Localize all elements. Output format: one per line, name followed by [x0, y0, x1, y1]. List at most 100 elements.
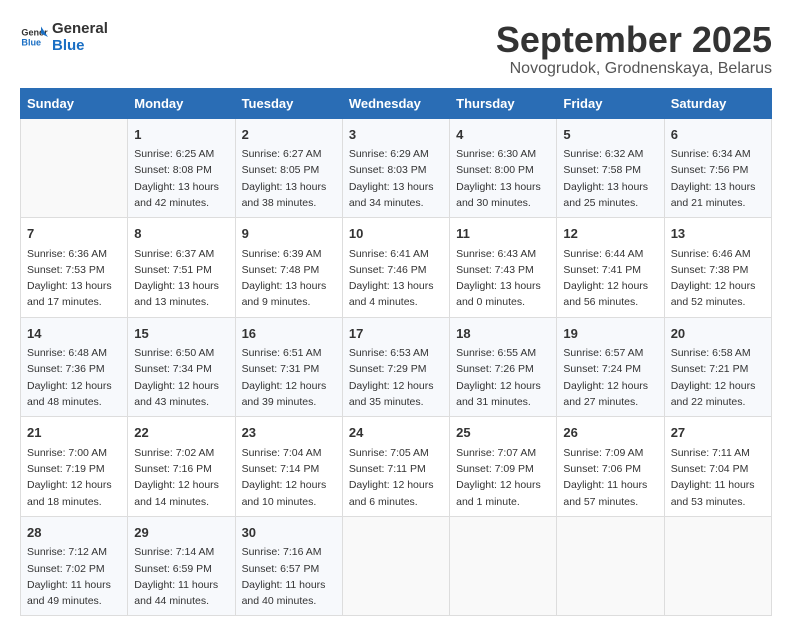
day-info: Sunrise: 6:32 AMSunset: 7:58 PMDaylight:… [563, 146, 657, 211]
day-number: 18 [456, 324, 550, 344]
day-number: 29 [134, 523, 228, 543]
header-saturday: Saturday [664, 88, 771, 118]
calendar-cell [342, 516, 449, 616]
day-number: 20 [671, 324, 765, 344]
day-number: 11 [456, 224, 550, 244]
day-number: 6 [671, 125, 765, 145]
day-number: 24 [349, 423, 443, 443]
calendar-cell: 25Sunrise: 7:07 AMSunset: 7:09 PMDayligh… [450, 417, 557, 517]
header-friday: Friday [557, 88, 664, 118]
calendar-cell [450, 516, 557, 616]
day-info: Sunrise: 7:02 AMSunset: 7:16 PMDaylight:… [134, 445, 228, 510]
calendar-week-5: 28Sunrise: 7:12 AMSunset: 7:02 PMDayligh… [21, 516, 772, 616]
day-info: Sunrise: 6:36 AMSunset: 7:53 PMDaylight:… [27, 246, 121, 311]
calendar-cell: 1Sunrise: 6:25 AMSunset: 8:08 PMDaylight… [128, 118, 235, 218]
header-tuesday: Tuesday [235, 88, 342, 118]
calendar-cell: 6Sunrise: 6:34 AMSunset: 7:56 PMDaylight… [664, 118, 771, 218]
day-number: 22 [134, 423, 228, 443]
day-number: 30 [242, 523, 336, 543]
day-info: Sunrise: 6:48 AMSunset: 7:36 PMDaylight:… [27, 345, 121, 410]
day-number: 1 [134, 125, 228, 145]
calendar-week-1: 1Sunrise: 6:25 AMSunset: 8:08 PMDaylight… [21, 118, 772, 218]
day-number: 19 [563, 324, 657, 344]
header-sunday: Sunday [21, 88, 128, 118]
calendar-cell [557, 516, 664, 616]
calendar-cell: 8Sunrise: 6:37 AMSunset: 7:51 PMDaylight… [128, 218, 235, 318]
calendar-cell: 20Sunrise: 6:58 AMSunset: 7:21 PMDayligh… [664, 317, 771, 417]
day-info: Sunrise: 6:51 AMSunset: 7:31 PMDaylight:… [242, 345, 336, 410]
day-number: 5 [563, 125, 657, 145]
day-info: Sunrise: 6:50 AMSunset: 7:34 PMDaylight:… [134, 345, 228, 410]
calendar-cell: 7Sunrise: 6:36 AMSunset: 7:53 PMDaylight… [21, 218, 128, 318]
calendar-cell: 3Sunrise: 6:29 AMSunset: 8:03 PMDaylight… [342, 118, 449, 218]
calendar-cell: 23Sunrise: 7:04 AMSunset: 7:14 PMDayligh… [235, 417, 342, 517]
day-info: Sunrise: 6:55 AMSunset: 7:26 PMDaylight:… [456, 345, 550, 410]
svg-text:Blue: Blue [21, 37, 41, 47]
calendar-week-3: 14Sunrise: 6:48 AMSunset: 7:36 PMDayligh… [21, 317, 772, 417]
day-number: 3 [349, 125, 443, 145]
logo-line1: General [52, 20, 108, 37]
calendar-cell: 27Sunrise: 7:11 AMSunset: 7:04 PMDayligh… [664, 417, 771, 517]
header: General Blue General Blue September 2025… [20, 20, 772, 78]
calendar-table: SundayMondayTuesdayWednesdayThursdayFrid… [20, 88, 772, 617]
calendar-cell: 12Sunrise: 6:44 AMSunset: 7:41 PMDayligh… [557, 218, 664, 318]
day-info: Sunrise: 7:14 AMSunset: 6:59 PMDaylight:… [134, 544, 228, 609]
day-number: 10 [349, 224, 443, 244]
calendar-cell: 11Sunrise: 6:43 AMSunset: 7:43 PMDayligh… [450, 218, 557, 318]
day-info: Sunrise: 6:46 AMSunset: 7:38 PMDaylight:… [671, 246, 765, 311]
logo: General Blue General Blue [20, 20, 108, 54]
day-number: 9 [242, 224, 336, 244]
logo-icon: General Blue [20, 23, 48, 51]
calendar-cell: 24Sunrise: 7:05 AMSunset: 7:11 PMDayligh… [342, 417, 449, 517]
header-thursday: Thursday [450, 88, 557, 118]
day-info: Sunrise: 6:43 AMSunset: 7:43 PMDaylight:… [456, 246, 550, 311]
calendar-cell [21, 118, 128, 218]
day-number: 4 [456, 125, 550, 145]
title-section: September 2025 Novogrudok, Grodnenskaya,… [496, 20, 772, 78]
calendar-week-2: 7Sunrise: 6:36 AMSunset: 7:53 PMDaylight… [21, 218, 772, 318]
header-wednesday: Wednesday [342, 88, 449, 118]
day-info: Sunrise: 7:05 AMSunset: 7:11 PMDaylight:… [349, 445, 443, 510]
day-info: Sunrise: 7:11 AMSunset: 7:04 PMDaylight:… [671, 445, 765, 510]
day-info: Sunrise: 6:29 AMSunset: 8:03 PMDaylight:… [349, 146, 443, 211]
day-info: Sunrise: 6:37 AMSunset: 7:51 PMDaylight:… [134, 246, 228, 311]
calendar-cell: 29Sunrise: 7:14 AMSunset: 6:59 PMDayligh… [128, 516, 235, 616]
day-info: Sunrise: 7:09 AMSunset: 7:06 PMDaylight:… [563, 445, 657, 510]
calendar-week-4: 21Sunrise: 7:00 AMSunset: 7:19 PMDayligh… [21, 417, 772, 517]
calendar-cell: 22Sunrise: 7:02 AMSunset: 7:16 PMDayligh… [128, 417, 235, 517]
calendar-cell: 4Sunrise: 6:30 AMSunset: 8:00 PMDaylight… [450, 118, 557, 218]
calendar-cell: 28Sunrise: 7:12 AMSunset: 7:02 PMDayligh… [21, 516, 128, 616]
day-number: 13 [671, 224, 765, 244]
calendar-cell: 26Sunrise: 7:09 AMSunset: 7:06 PMDayligh… [557, 417, 664, 517]
logo-line2: Blue [52, 37, 108, 54]
calendar-cell: 18Sunrise: 6:55 AMSunset: 7:26 PMDayligh… [450, 317, 557, 417]
calendar-cell: 21Sunrise: 7:00 AMSunset: 7:19 PMDayligh… [21, 417, 128, 517]
calendar-cell: 13Sunrise: 6:46 AMSunset: 7:38 PMDayligh… [664, 218, 771, 318]
day-info: Sunrise: 7:00 AMSunset: 7:19 PMDaylight:… [27, 445, 121, 510]
day-number: 28 [27, 523, 121, 543]
calendar-cell: 30Sunrise: 7:16 AMSunset: 6:57 PMDayligh… [235, 516, 342, 616]
day-number: 17 [349, 324, 443, 344]
day-number: 21 [27, 423, 121, 443]
calendar-cell: 2Sunrise: 6:27 AMSunset: 8:05 PMDaylight… [235, 118, 342, 218]
day-info: Sunrise: 6:58 AMSunset: 7:21 PMDaylight:… [671, 345, 765, 410]
calendar-cell: 5Sunrise: 6:32 AMSunset: 7:58 PMDaylight… [557, 118, 664, 218]
day-number: 26 [563, 423, 657, 443]
day-number: 27 [671, 423, 765, 443]
calendar-cell: 16Sunrise: 6:51 AMSunset: 7:31 PMDayligh… [235, 317, 342, 417]
day-info: Sunrise: 6:30 AMSunset: 8:00 PMDaylight:… [456, 146, 550, 211]
day-info: Sunrise: 6:57 AMSunset: 7:24 PMDaylight:… [563, 345, 657, 410]
month-title: September 2025 [496, 20, 772, 60]
day-info: Sunrise: 7:16 AMSunset: 6:57 PMDaylight:… [242, 544, 336, 609]
day-number: 7 [27, 224, 121, 244]
day-info: Sunrise: 7:04 AMSunset: 7:14 PMDaylight:… [242, 445, 336, 510]
calendar-cell: 10Sunrise: 6:41 AMSunset: 7:46 PMDayligh… [342, 218, 449, 318]
day-info: Sunrise: 6:27 AMSunset: 8:05 PMDaylight:… [242, 146, 336, 211]
calendar-cell: 17Sunrise: 6:53 AMSunset: 7:29 PMDayligh… [342, 317, 449, 417]
day-number: 8 [134, 224, 228, 244]
calendar-cell: 15Sunrise: 6:50 AMSunset: 7:34 PMDayligh… [128, 317, 235, 417]
calendar-cell: 9Sunrise: 6:39 AMSunset: 7:48 PMDaylight… [235, 218, 342, 318]
day-number: 15 [134, 324, 228, 344]
calendar-header-row: SundayMondayTuesdayWednesdayThursdayFrid… [21, 88, 772, 118]
day-info: Sunrise: 7:07 AMSunset: 7:09 PMDaylight:… [456, 445, 550, 510]
